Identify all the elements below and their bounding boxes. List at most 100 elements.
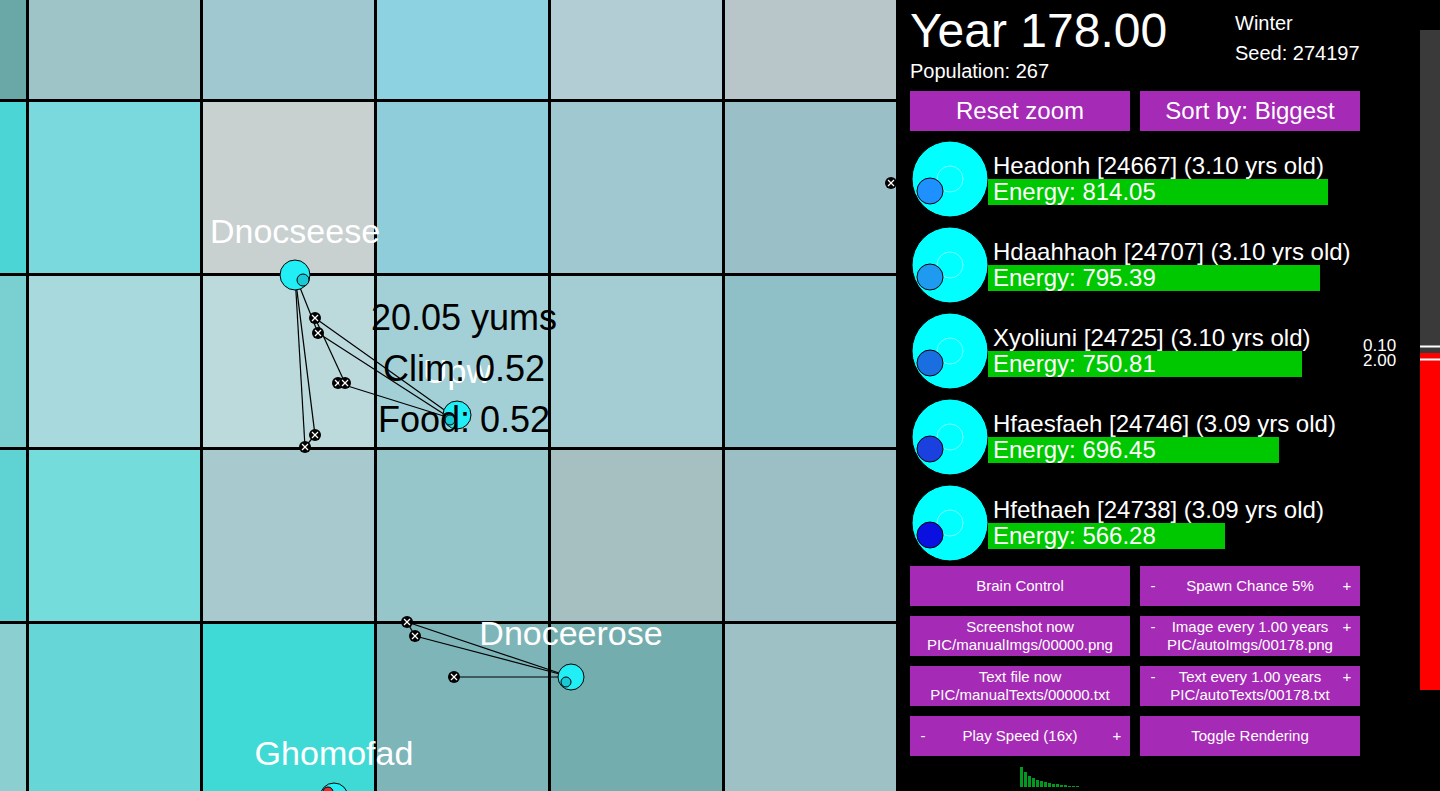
tile[interactable] bbox=[551, 0, 722, 99]
tile[interactable] bbox=[29, 276, 200, 447]
energy-bar: Energy: 566.28 bbox=[988, 523, 1406, 549]
tile[interactable] bbox=[0, 102, 26, 273]
minus-button[interactable]: - bbox=[1146, 577, 1160, 595]
creature-name: Ghomofad bbox=[255, 736, 414, 770]
histogram-bar bbox=[1056, 784, 1059, 787]
stepper-button[interactable]: -Text every 1.00 years+PIC/autoTexts/001… bbox=[1140, 666, 1360, 706]
histogram-bar bbox=[1032, 778, 1035, 787]
plus-button[interactable]: + bbox=[1340, 618, 1354, 636]
histogram-bar bbox=[1064, 785, 1067, 787]
stepper-button[interactable]: -Image every 1.00 years+PIC/autoImgs/001… bbox=[1140, 616, 1360, 656]
leaderboard-entry[interactable]: Headonh [24667] (3.10 yrs old)Energy: 81… bbox=[910, 136, 1360, 222]
tile[interactable] bbox=[29, 0, 200, 99]
slider-thumb[interactable] bbox=[1420, 346, 1440, 361]
creature-name: Dnocseese bbox=[210, 214, 380, 248]
file-path: PIC/autoImgs/00178.png bbox=[1146, 636, 1354, 654]
energy-text: Energy: 566.28 bbox=[993, 523, 1156, 549]
node-marker bbox=[401, 616, 413, 628]
tile[interactable] bbox=[551, 102, 722, 273]
histogram-bar bbox=[1028, 776, 1031, 787]
histogram-bar bbox=[1020, 767, 1023, 787]
control-button[interactable]: Text file nowPIC/manualTexts/00000.txt bbox=[910, 666, 1130, 706]
tile[interactable] bbox=[29, 624, 200, 791]
minus-button[interactable]: - bbox=[916, 727, 930, 745]
season: Winter bbox=[1235, 10, 1360, 36]
energy-bar: Energy: 795.39 bbox=[988, 265, 1406, 291]
creature[interactable] bbox=[320, 783, 348, 791]
tile[interactable] bbox=[203, 276, 374, 447]
leaderboard: Headonh [24667] (3.10 yrs old)Energy: 81… bbox=[910, 136, 1360, 566]
energy-bar: Energy: 814.05 bbox=[988, 179, 1406, 205]
energy-text: Energy: 750.81 bbox=[993, 351, 1156, 377]
stepper-button[interactable]: -Spawn Chance 5%+ bbox=[1140, 566, 1360, 606]
minus-button[interactable]: - bbox=[1146, 618, 1160, 636]
tile[interactable] bbox=[725, 102, 896, 273]
side-panel: Year 178.00Population: 267WinterSeed: 27… bbox=[898, 0, 1440, 791]
file-path: PIC/manualImgs/00000.png bbox=[916, 636, 1124, 654]
creature-name: Dnoceerose bbox=[479, 616, 662, 650]
leaderboard-entry[interactable]: Hfaesfaeh [24746] (3.09 yrs old)Energy: … bbox=[910, 394, 1360, 480]
histogram-bar bbox=[1044, 782, 1047, 787]
world-map[interactable]: DnocseeseUpwDnoceeroseGhomofad20.05 yums… bbox=[0, 0, 898, 791]
entry-name: Hdaahhaoh [24707] (3.10 yrs old) bbox=[988, 239, 1406, 265]
histogram-bar bbox=[1076, 786, 1079, 787]
tile[interactable] bbox=[29, 102, 200, 273]
tile[interactable] bbox=[551, 450, 722, 621]
tile[interactable] bbox=[377, 0, 548, 99]
tile[interactable] bbox=[203, 450, 374, 621]
tile[interactable] bbox=[551, 276, 722, 447]
minus-button[interactable]: - bbox=[1146, 668, 1160, 686]
creature-icon bbox=[910, 311, 990, 391]
seed: Seed: 274197 bbox=[1235, 40, 1360, 66]
stepper-button[interactable]: -Play Speed (16x)+ bbox=[910, 716, 1130, 756]
controls: Brain Control-Spawn Chance 5%+Screenshot… bbox=[910, 566, 1360, 756]
leaderboard-entry[interactable]: Hdaahhaoh [24707] (3.10 yrs old)Energy: … bbox=[910, 222, 1360, 308]
node-marker bbox=[312, 327, 324, 339]
node-marker bbox=[339, 377, 351, 389]
histogram-bar bbox=[1068, 786, 1071, 787]
tile[interactable] bbox=[0, 624, 26, 791]
tile-info: 20.05 yumsClim: 0.52Food: 0.52 bbox=[371, 292, 557, 445]
app: DnocseeseUpwDnoceeroseGhomofad20.05 yums… bbox=[0, 0, 1440, 791]
histogram-bar bbox=[1024, 772, 1027, 787]
tile[interactable] bbox=[377, 450, 548, 621]
tile[interactable] bbox=[0, 276, 26, 447]
entry-name: Hfethaeh [24738] (3.09 yrs old) bbox=[988, 497, 1406, 523]
control-button[interactable]: Brain Control bbox=[910, 566, 1130, 606]
entry-name: Hfaesfaeh [24746] (3.09 yrs old) bbox=[988, 411, 1406, 437]
plus-button[interactable]: + bbox=[1110, 727, 1124, 745]
tile-grid bbox=[0, 0, 898, 791]
creature-icon bbox=[910, 225, 990, 305]
tile[interactable] bbox=[725, 0, 896, 99]
leaderboard-entry[interactable]: Xyoliuni [24725] (3.10 yrs old)Energy: 7… bbox=[910, 308, 1360, 394]
top-button[interactable]: Sort by: Biggest bbox=[1140, 91, 1360, 131]
leaderboard-entry[interactable]: Hfethaeh [24738] (3.09 yrs old)Energy: 5… bbox=[910, 480, 1360, 566]
tile[interactable] bbox=[725, 624, 896, 791]
node-marker bbox=[309, 429, 321, 441]
creature-layer bbox=[0, 0, 898, 791]
node-marker bbox=[409, 630, 421, 642]
plus-button[interactable]: + bbox=[1340, 668, 1354, 686]
creature-icon bbox=[910, 139, 990, 219]
file-path: PIC/manualTexts/00000.txt bbox=[916, 686, 1124, 704]
speed-slider[interactable]: 0.102.00 bbox=[1360, 0, 1440, 791]
tile[interactable] bbox=[203, 0, 374, 99]
tile[interactable] bbox=[0, 450, 26, 621]
population: Population: 267 bbox=[910, 58, 1235, 84]
tile[interactable] bbox=[29, 450, 200, 621]
top-button[interactable]: Reset zoom bbox=[910, 91, 1130, 131]
tile[interactable] bbox=[377, 102, 548, 273]
control-button[interactable]: Screenshot nowPIC/manualImgs/00000.png bbox=[910, 616, 1130, 656]
energy-bar: Energy: 750.81 bbox=[988, 351, 1406, 377]
creature[interactable] bbox=[885, 177, 897, 189]
tile[interactable] bbox=[725, 450, 896, 621]
tile[interactable] bbox=[725, 276, 896, 447]
plus-button[interactable]: + bbox=[1340, 577, 1354, 595]
node-marker bbox=[299, 441, 311, 453]
control-button[interactable]: Toggle Rendering bbox=[1140, 716, 1360, 756]
histogram-bar bbox=[1040, 781, 1043, 787]
histogram-bar bbox=[1072, 786, 1075, 787]
tile[interactable] bbox=[0, 0, 26, 99]
histogram-bar bbox=[1052, 784, 1055, 787]
file-path: PIC/autoTexts/00178.txt bbox=[1146, 686, 1354, 704]
